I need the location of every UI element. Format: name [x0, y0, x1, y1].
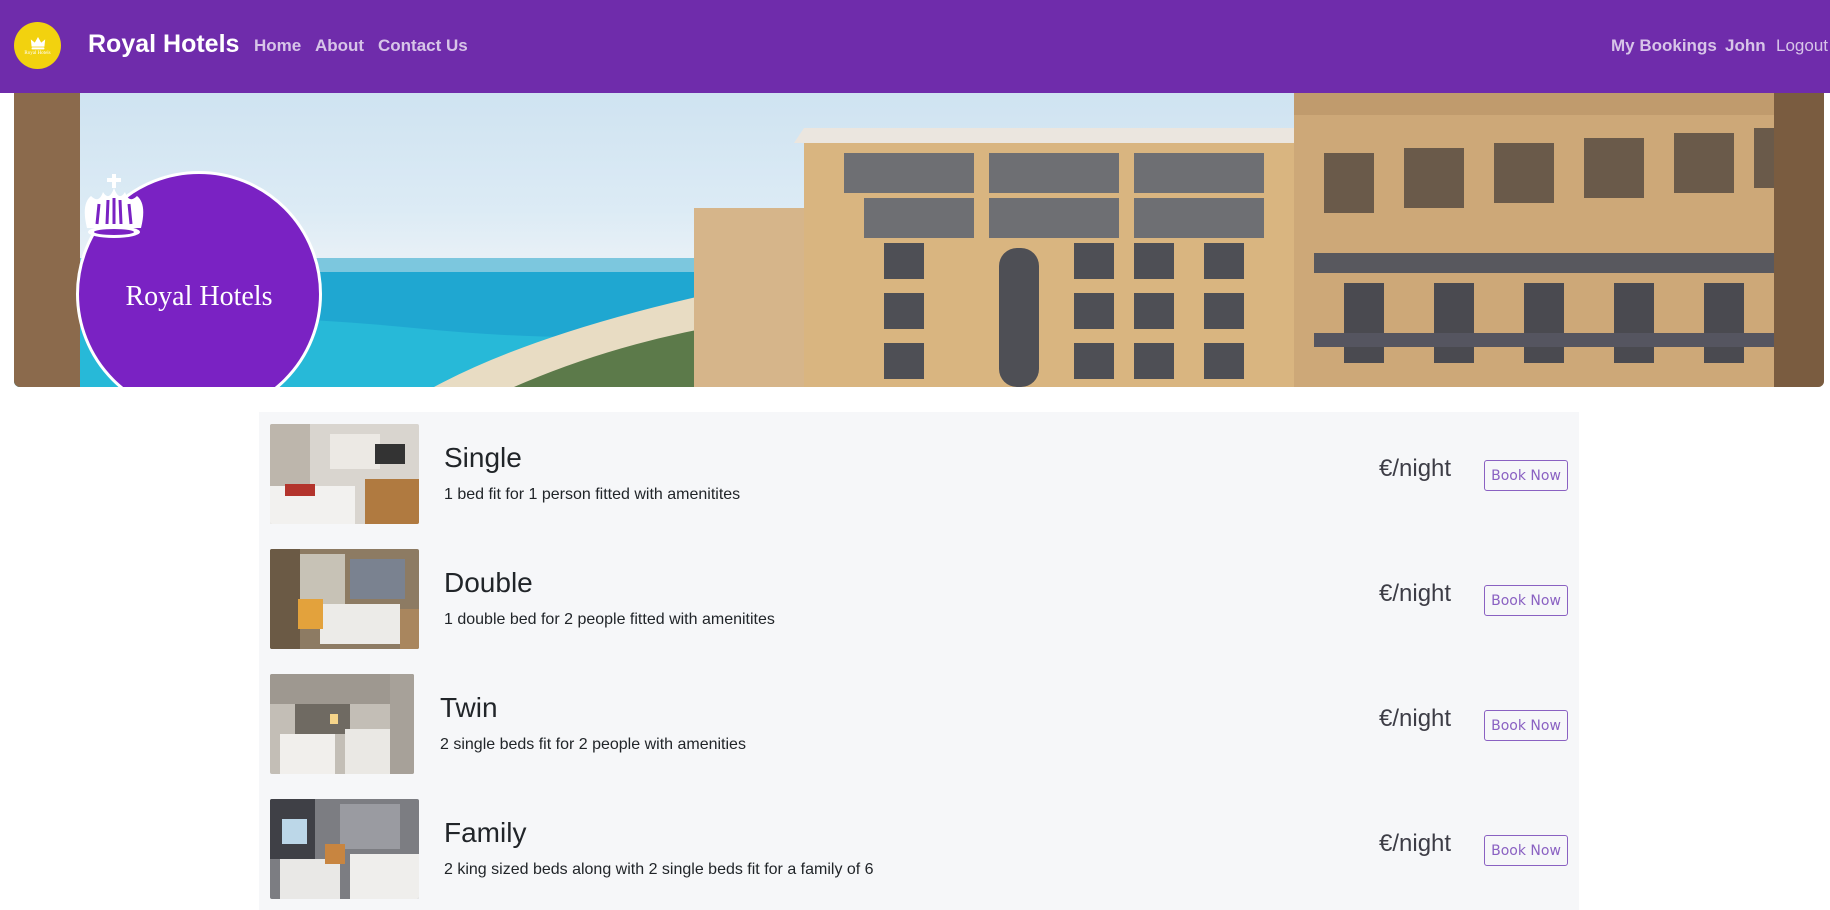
hero-logo-text: Royal Hotels [125, 281, 273, 312]
book-now-button[interactable]: Book Now [1484, 835, 1568, 866]
room-card-double: Double 1 double bed for 2 people fitted … [259, 537, 1579, 662]
room-description: 1 double bed for 2 people fitted with am… [444, 611, 775, 628]
nav-link-contact[interactable]: Contact Us [378, 36, 468, 56]
room-title: Double [444, 567, 533, 598]
nav-link-logout[interactable]: Logout [1776, 36, 1828, 56]
room-image-single [270, 424, 419, 524]
nav-link-about[interactable]: About [315, 36, 364, 56]
room-description: 2 king sized beds along with 2 single be… [444, 861, 874, 878]
navbar: Royal Hotels Royal Hotels Home About Con… [0, 0, 1830, 93]
room-card-single: Single 1 bed fit for 1 person fitted wit… [259, 412, 1579, 537]
room-description: 1 bed fit for 1 person fitted with ameni… [444, 486, 741, 503]
room-description: 2 single beds fit for 2 people with amen… [440, 736, 746, 753]
nav-link-user[interactable]: John [1725, 36, 1766, 56]
crown-icon [30, 36, 45, 49]
room-image-twin [270, 674, 414, 774]
room-price: €/night [1379, 455, 1452, 482]
crown-icon [84, 174, 144, 238]
room-list: Single 1 bed fit for 1 person fitted wit… [259, 412, 1579, 910]
room-title: Family [444, 817, 527, 848]
room-card-family: Family 2 king sized beds along with 2 si… [259, 787, 1579, 910]
nav-link-home[interactable]: Home [254, 36, 301, 56]
nav-logo[interactable]: Royal Hotels [14, 22, 61, 69]
brand-name[interactable]: Royal Hotels [88, 30, 239, 59]
nav-link-my-bookings[interactable]: My Bookings [1611, 36, 1717, 56]
book-now-button[interactable]: Book Now [1484, 585, 1568, 616]
hero-banner: Royal Hotels [14, 93, 1824, 387]
room-image-double [270, 549, 419, 649]
room-title: Twin [440, 692, 498, 723]
book-now-button[interactable]: Book Now [1484, 710, 1568, 741]
room-price: €/night [1379, 830, 1452, 857]
book-now-button[interactable]: Book Now [1484, 460, 1568, 491]
nav-logo-text: Royal Hotels [24, 50, 51, 56]
room-title: Single [444, 442, 522, 473]
room-price: €/night [1379, 580, 1452, 607]
room-price: €/night [1379, 705, 1452, 732]
room-image-family [270, 799, 419, 899]
room-card-twin: Twin 2 single beds fit for 2 people with… [259, 662, 1579, 787]
